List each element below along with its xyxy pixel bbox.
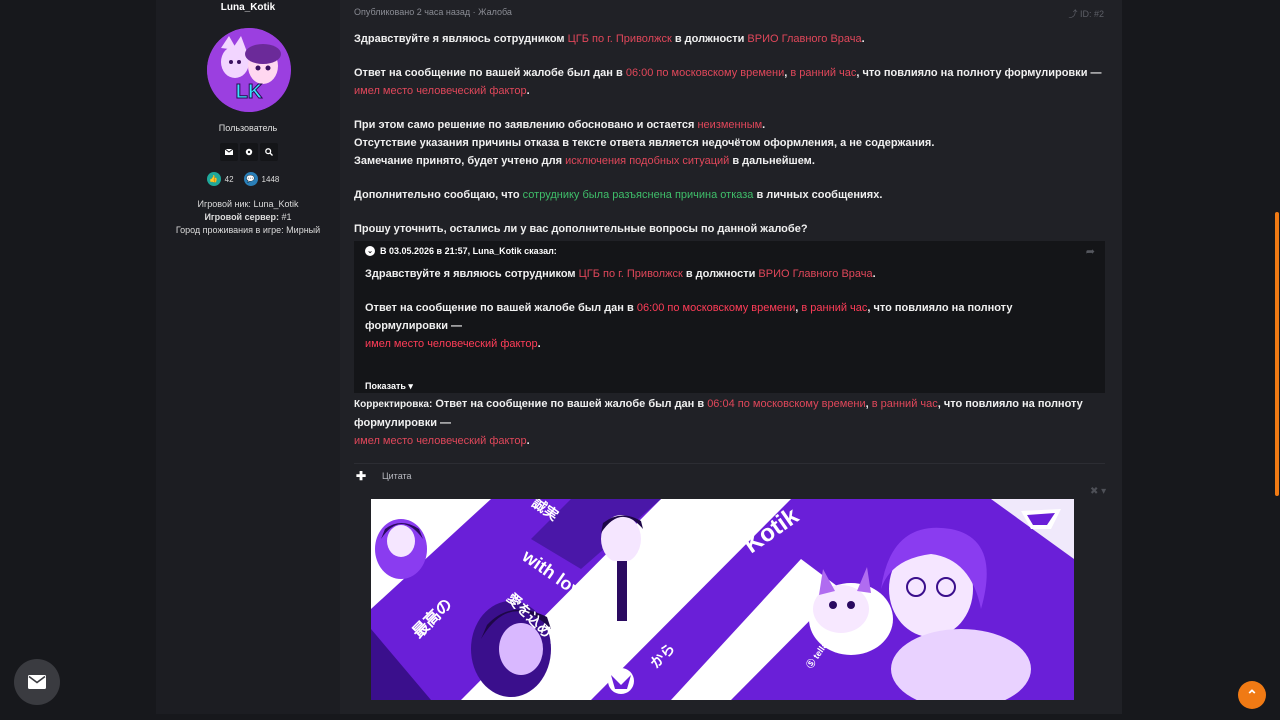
close-icon[interactable]: ✖ ▾ [1090, 486, 1106, 497]
quote-header[interactable]: ⌄ В 03.05.2026 в 21:57, Luna_Kotik сказа… [365, 246, 557, 256]
post-paragraph: Здравствуйте я являюсь сотрудником ЦГБ п… [354, 33, 865, 45]
post-paragraph: Прошу уточнить, остались ли у вас дополн… [354, 223, 808, 235]
quote-block: ⌄ В 03.05.2026 в 21:57, Luna_Kotik сказа… [354, 241, 1105, 393]
edit-label: Корректировка: [354, 399, 433, 410]
page-scrollbar-thumb[interactable] [1275, 212, 1279, 496]
quote-body: Здравствуйте я являюсь сотрудником ЦГБ п… [365, 268, 1013, 350]
reactions-count: 42 [224, 174, 234, 184]
post-id[interactable]: ID: #2 [1080, 9, 1104, 19]
cite-label[interactable]: Цитата [382, 471, 412, 481]
user-stats: 👍 42 💬 1448 [156, 172, 340, 186]
user-title: Пользователь [218, 123, 278, 133]
like-icon: 👍 [206, 172, 221, 186]
plus-icon[interactable]: ✚ [354, 469, 368, 483]
post-id-block: ⤴ ID: #2 [1068, 7, 1104, 20]
search-icon[interactable] [260, 143, 278, 161]
user-info: Игровой ник: Luna_Kotik Игровой сервер: … [156, 198, 340, 237]
divider [354, 463, 1105, 464]
post-paragraph: Замечание принято, будет учтено для искл… [354, 155, 815, 167]
mail-icon [28, 675, 46, 689]
chevron-down-icon[interactable]: ⌄ [365, 246, 375, 256]
mail-icon[interactable] [220, 143, 238, 161]
gear-icon[interactable] [240, 143, 258, 161]
message-icon: 💬 [243, 172, 258, 186]
post-meta[interactable]: Опубликовано 2 часа назад · Жалоба [354, 7, 512, 17]
quote-fade [354, 363, 1105, 393]
share-icon[interactable]: ⤴ [1068, 9, 1077, 19]
edit-note: Корректировка: Ответ на сообщение по ваш… [354, 398, 1083, 447]
quote-show-button[interactable]: Показать ▾ [365, 381, 413, 392]
post-body: Здравствуйте я являюсь сотрудником ЦГБ п… [354, 30, 1102, 238]
avatar-image: LK [207, 28, 291, 112]
scroll-top-button[interactable]: ⌃ [1238, 681, 1266, 709]
username[interactable]: Luna_Kotik [156, 2, 340, 13]
user-sidebar: Luna_Kotik LK Пользователь 👍 42 💬 1448 И… [156, 0, 340, 714]
post-paragraph: При этом само решение по заявлению обосн… [354, 119, 766, 131]
banner-art: Luna Kotik with love by 最高の 愛を込めて から めて … [371, 499, 1074, 700]
post-card: Luna_Kotik LK Пользователь 👍 42 💬 1448 И… [156, 0, 1122, 714]
messages-count: 1448 [261, 174, 280, 184]
coat-of-arms-icon [608, 668, 634, 694]
cite-row[interactable]: ✚ Цитата [354, 469, 412, 483]
user-city-row: Город проживания в игре: Мирный [175, 225, 321, 235]
user-actions [220, 143, 278, 161]
user-server-row: Игровой сервер: #1 [204, 212, 292, 222]
avatar-letters: LK [236, 81, 263, 103]
signature-banner: Luna Kotik with love by 最高の 愛を込めて から めて … [371, 499, 1074, 700]
arrow-up-icon: ⌃ [1246, 686, 1258, 703]
mail-button[interactable] [14, 659, 60, 705]
post-content: Опубликовано 2 часа назад · Жалоба ⤴ ID:… [340, 0, 1122, 714]
post-paragraph: Ответ на сообщение по вашей жалобе был д… [354, 67, 1102, 97]
avatar[interactable]: LK [207, 28, 291, 112]
post-paragraph: Дополнительно сообщаю, что сотруднику бы… [354, 189, 883, 201]
share-icon[interactable]: ➦ [1086, 245, 1095, 258]
user-nick-row: Игровой ник: Luna_Kotik [197, 199, 299, 209]
post-paragraph: Отсутствие указания причины отказа в тек… [354, 137, 935, 149]
